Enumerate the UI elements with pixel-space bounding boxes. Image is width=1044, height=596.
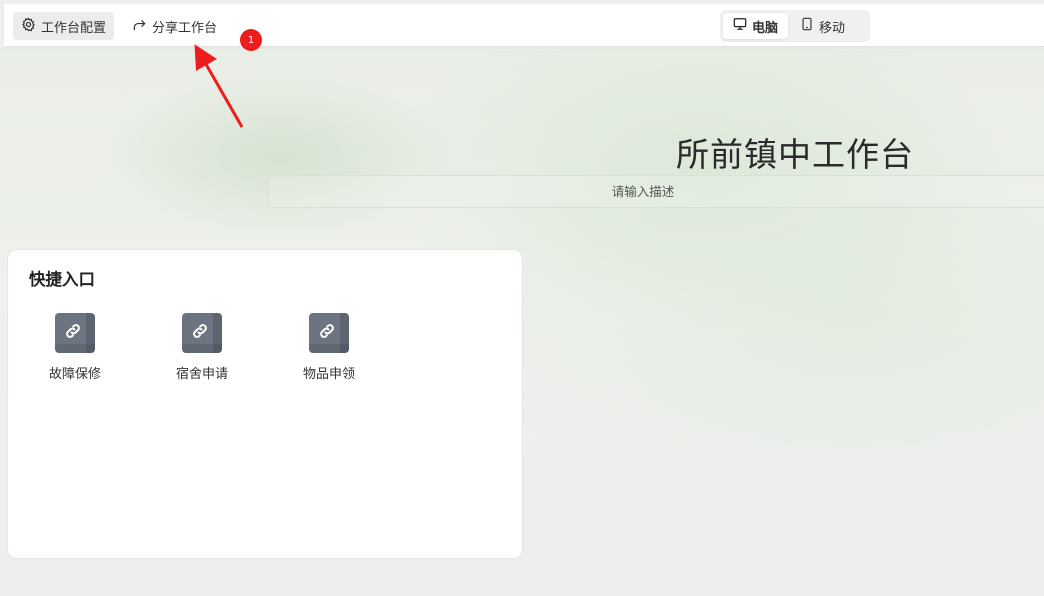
shortcut-fault-repair[interactable]: 故障保修 xyxy=(35,313,115,382)
share-workbench-button[interactable]: 分享工作台 xyxy=(124,12,225,40)
shortcut-dorm-application[interactable]: 宿舍申请 xyxy=(162,313,242,382)
link-icon xyxy=(309,313,349,353)
top-toolbar: 工作台配置 分享工作台 电脑 移动 xyxy=(4,4,1044,47)
workbench-config-button[interactable]: 工作台配置 xyxy=(13,12,115,40)
quick-access-card: 快捷入口 故障保修 宿舍申请 物品申领 xyxy=(7,249,523,559)
description-input[interactable]: 请输入描述 xyxy=(268,175,1044,208)
tab-desktop-label: 电脑 xyxy=(752,20,779,36)
link-icon xyxy=(55,313,95,353)
monitor-icon xyxy=(733,17,747,35)
page-title[interactable]: 所前镇中工作台 xyxy=(545,128,1044,176)
share-workbench-label: 分享工作台 xyxy=(152,20,218,36)
shortcut-label: 宿舍申请 xyxy=(175,367,228,382)
shortcut-label: 物品申领 xyxy=(302,367,355,382)
annotation-badge: 1 xyxy=(240,29,262,51)
shortcut-label: 故障保修 xyxy=(48,367,101,382)
gear-icon xyxy=(21,16,36,36)
shortcut-item-request[interactable]: 物品申领 xyxy=(289,313,369,382)
link-icon xyxy=(182,313,222,353)
workbench-page: 工作台配置 分享工作台 电脑 移动 1 所前镇中工作台 请输入描述 快捷入口 故… xyxy=(0,0,1044,596)
mobile-icon xyxy=(800,17,814,35)
tab-mobile[interactable]: 移动 xyxy=(790,13,855,39)
tab-mobile-label: 移动 xyxy=(819,20,846,36)
device-switch: 电脑 移动 xyxy=(720,10,870,42)
tab-desktop[interactable]: 电脑 xyxy=(723,13,789,39)
share-icon xyxy=(132,17,147,36)
quick-access-title: 快捷入口 xyxy=(29,270,95,289)
workbench-config-label: 工作台配置 xyxy=(41,20,107,36)
description-placeholder: 请输入描述 xyxy=(611,184,675,199)
